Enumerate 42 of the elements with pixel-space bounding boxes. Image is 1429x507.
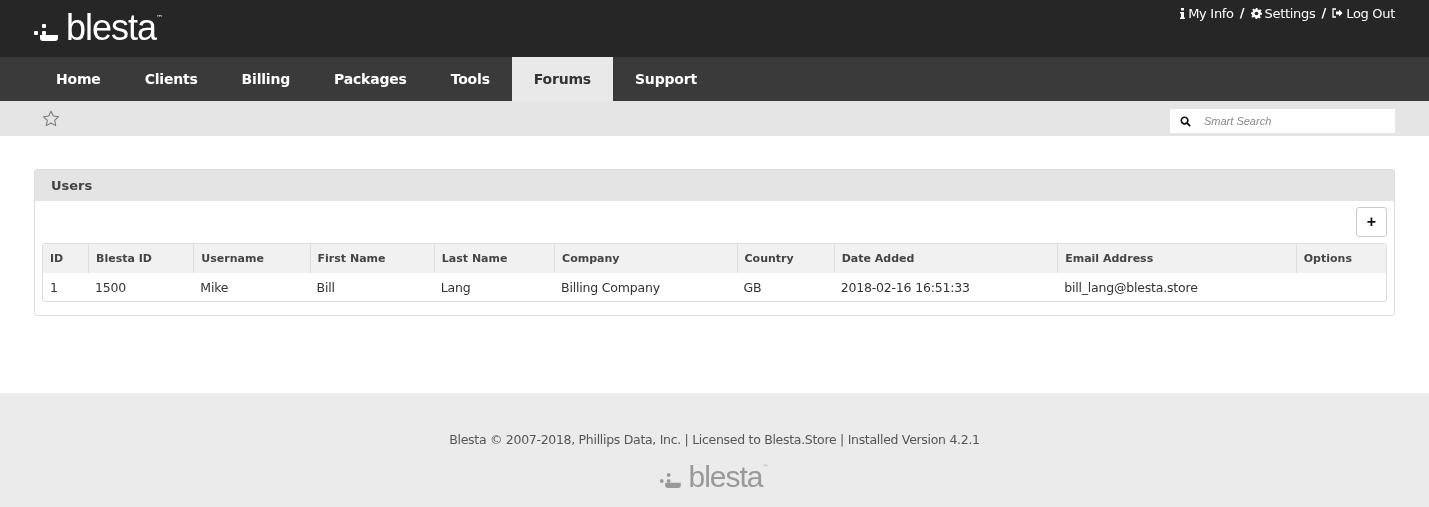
column-header: Options — [1295, 244, 1386, 273]
table-cell-text: 2018-02-16 16:51:33 — [839, 278, 971, 297]
logo-text: blesta — [66, 10, 157, 46]
table-cell-text: 1 — [49, 278, 59, 297]
table-cell-text: Mike — [199, 278, 230, 297]
column-header: Email Address — [1057, 244, 1296, 273]
add-button[interactable]: + — [1356, 207, 1387, 237]
nav-tab[interactable]: Clients — [122, 57, 220, 101]
search-icon — [1180, 115, 1191, 127]
panel-title: Users — [51, 178, 93, 193]
column-header: ID — [43, 244, 89, 273]
table-cell-text: Bill — [315, 278, 336, 297]
footer-text: Blesta © 2007-2018, Phillips Data, Inc. | Licensed to Blesta.Store | Installed Version 4.2.1 — [449, 432, 980, 447]
header-link[interactable]: My Info — [1180, 5, 1234, 21]
header-link[interactable]: Log Out — [1332, 5, 1395, 21]
table-cell-text: Billing Company — [560, 278, 661, 297]
logout-icon — [1332, 8, 1344, 18]
nav-tab[interactable]: Home — [34, 57, 123, 101]
table-cell-text: Lang — [439, 278, 472, 297]
separator: / — [1321, 5, 1327, 22]
search-field[interactable]: Smart Search — [1170, 108, 1395, 133]
table-cell-text: GB — [742, 278, 763, 297]
table-cell-text: bill_lang@blesta.store — [1063, 278, 1199, 297]
column-header: Date Added — [833, 244, 1058, 273]
logo-text: blesta — [688, 463, 763, 491]
nav-tab[interactable]: Forums — [511, 57, 613, 101]
star-icon[interactable] — [42, 110, 60, 127]
nav-tab[interactable]: Support — [613, 57, 719, 101]
info-icon — [1180, 7, 1186, 19]
nav-tab[interactable]: Packages — [312, 57, 429, 101]
nav-tab[interactable]: Billing — [219, 57, 313, 101]
column-header: Country — [736, 244, 834, 273]
column-header: Blesta ID — [88, 244, 194, 273]
header-link[interactable]: Settings — [1250, 5, 1316, 21]
column-header: Last Name — [433, 244, 555, 273]
settings-icon — [1250, 7, 1262, 19]
column-header: Company — [554, 244, 737, 273]
column-header: First Name — [309, 244, 434, 273]
separator: / — [1239, 5, 1245, 22]
table-cell-text: 1500 — [94, 278, 128, 297]
column-header: Username — [193, 244, 310, 273]
nav-tab[interactable]: Tools — [428, 57, 512, 101]
